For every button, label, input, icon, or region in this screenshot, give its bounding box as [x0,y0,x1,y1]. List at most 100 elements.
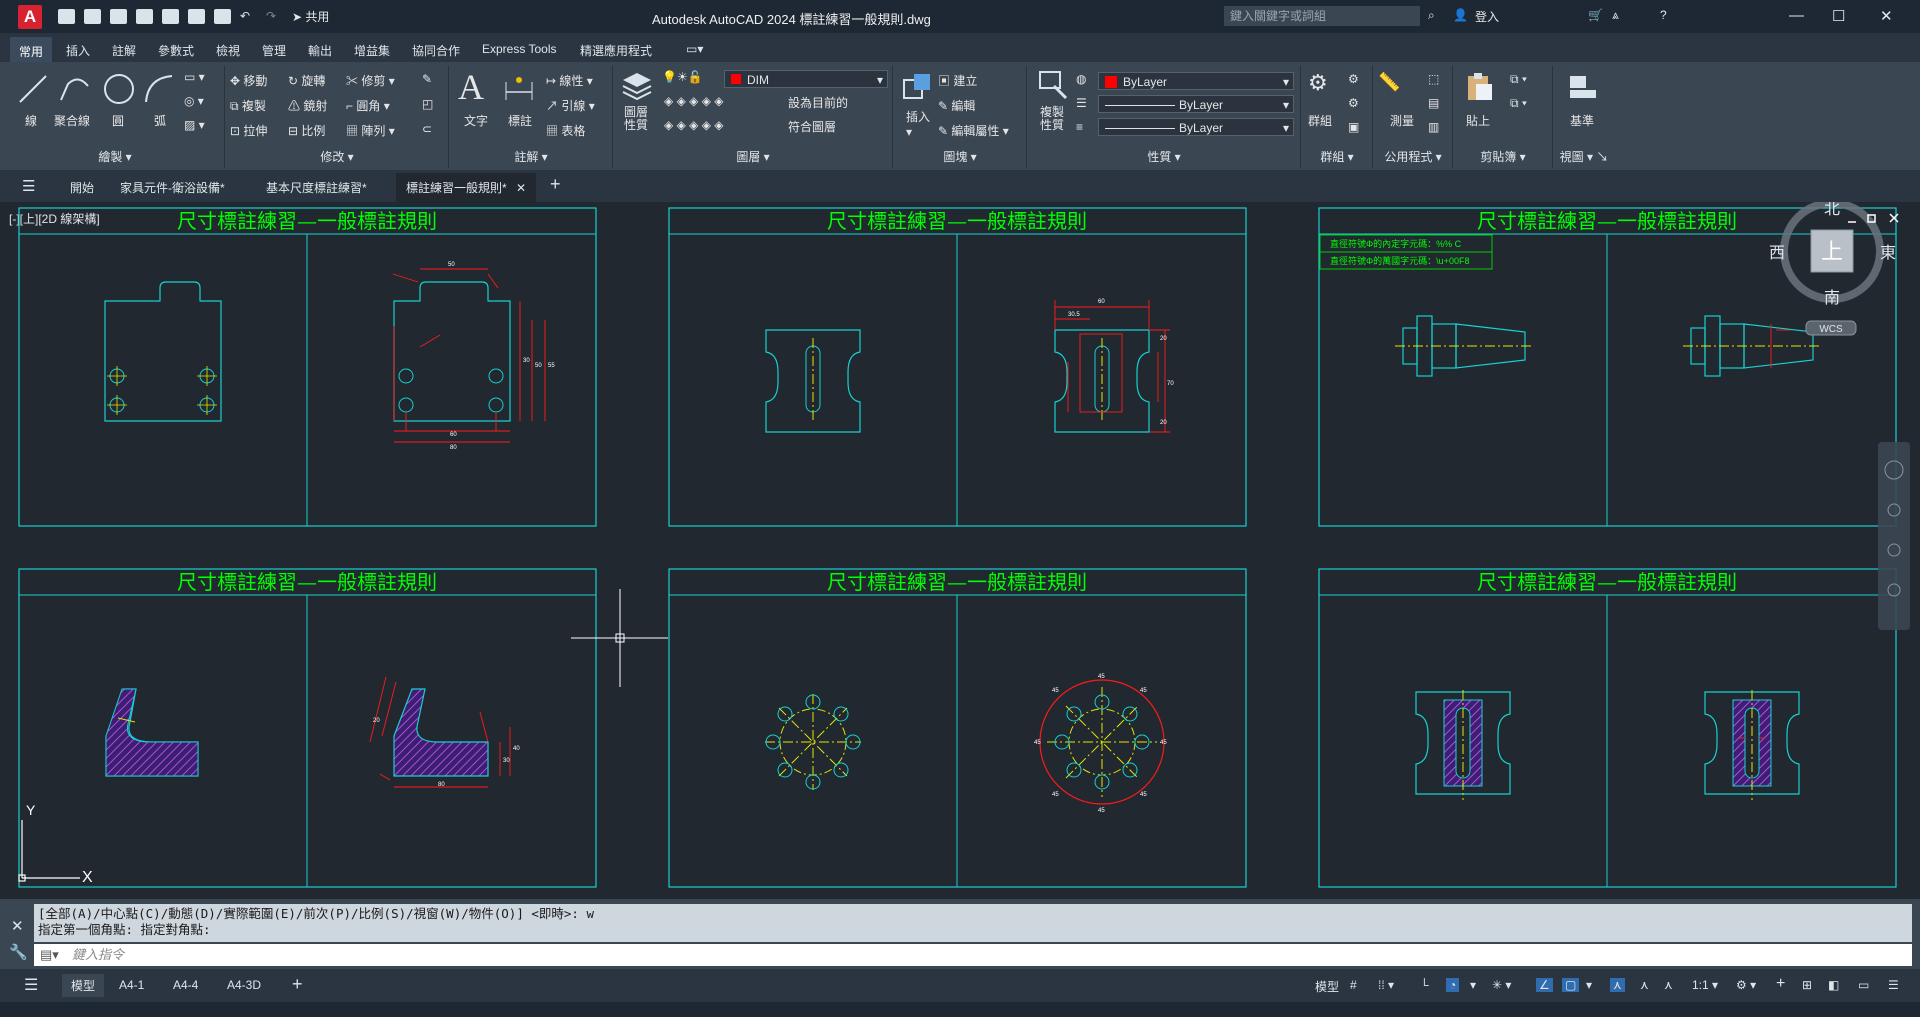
search-input[interactable]: 鍵入關鍵字或詞組 [1224,6,1420,26]
file-tab-bathroom[interactable]: 家具元件-衛浴設備* [120,179,225,196]
quick-select-icon[interactable]: ⬚ [1428,72,1439,86]
group-icon[interactable]: ⚙ [1308,70,1328,96]
fillet-button[interactable]: ⌐ 圓角 ▾ [346,97,390,114]
osnap-icon[interactable]: ▢ [1562,978,1580,992]
workspace-gear-icon[interactable]: ⚙ ▾ [1736,978,1756,992]
array-button[interactable]: ▦ 陣列 ▾ [346,122,395,139]
file-tab-general-rules[interactable]: 標註練習一般規則* ✕ [396,173,537,205]
insert-block-icon[interactable] [900,70,934,104]
annotation-visibility-icon[interactable]: ⋏ [1610,978,1625,992]
panel-clipboard-label[interactable]: 剪貼簿 ▾ [1454,148,1552,165]
paste-button[interactable]: 貼上 [1466,112,1490,129]
model-space-button[interactable]: 模型 [1315,978,1339,995]
circle-icon[interactable] [102,72,136,106]
boundary-icon[interactable]: ▨ ▾ [184,118,205,132]
user-icon[interactable]: 👤 [1453,8,1468,22]
polyline-icon[interactable] [58,72,92,106]
units-icon[interactable]: ⊞ [1802,978,1812,992]
id-point-icon[interactable]: ▥ [1428,120,1439,134]
edit-attr-button[interactable]: ✎ 編輯屬性 ▾ [938,122,1009,139]
measure-icon[interactable]: 📏 [1378,72,1400,93]
linear-button[interactable]: ↦ 線性 ▾ [546,72,593,89]
mirror-button[interactable]: ⚠ 鏡射 [288,97,327,114]
insert-button[interactable]: 插入 ▾ [906,108,930,139]
panel-layers-label[interactable]: 圖層 ▾ [614,148,892,165]
recent-commands-icon[interactable]: ▤▾ [40,944,59,966]
lineweight-icon[interactable]: ≡ [1076,120,1083,134]
panel-modify-label[interactable]: 修改 ▾ [226,148,448,165]
match-properties-icon[interactable] [1036,68,1070,102]
panel-block-label[interactable]: 圖塊 ▾ [894,148,1026,165]
layout-tab-a4-1[interactable]: A4-1 [119,978,144,992]
rectangle-icon[interactable]: ▭ ▾ [184,70,205,84]
undo-icon[interactable]: ↶ [240,9,257,24]
panel-view-label[interactable]: 視圖 ▾ ↘ [1554,148,1614,165]
cart-icon[interactable]: 🛒 [1588,8,1603,22]
stretch-button[interactable]: ⊡ 拉伸 [230,122,267,139]
trim-button[interactable]: ✂ 修剪 ▾ [346,72,395,89]
grid-icon[interactable]: # [1350,978,1357,992]
save-icon[interactable] [110,9,127,24]
web-open-icon[interactable] [162,9,179,24]
hamburger-menu-icon[interactable]: ☰ [22,177,35,195]
group-select-icon[interactable]: ▣ [1348,120,1359,134]
tab-output[interactable]: 輸出 [308,42,332,59]
panel-groups-label[interactable]: 群組 ▾ [1302,148,1372,165]
lineweight-dropdown[interactable]: ByLayer ▾ [1098,118,1294,136]
layout-tab-a4-3d[interactable]: A4-3D [227,978,261,992]
osnap-menu-icon[interactable]: ▾ [1586,978,1592,992]
color-wheel-icon[interactable]: ◍ [1076,72,1086,86]
match-layer-button[interactable]: 符合圖層 [788,118,836,135]
text-icon[interactable]: A [458,66,484,108]
add-layout-icon[interactable]: + [292,974,303,995]
polyline-button[interactable]: 聚合線 [54,112,90,129]
annotation-scale-icon[interactable]: ⋏ [1664,978,1673,992]
quick-properties-icon[interactable]: ◧ [1828,978,1839,992]
viewcube-south[interactable]: 南 [1824,289,1840,307]
layer-tools-row2[interactable]: ◈ ◈ ◈ ◈ ◈ [664,118,723,132]
leader-button[interactable]: ↗ 引線 ▾ [546,97,595,114]
tab-view[interactable]: 檢視 [216,42,240,59]
color-dropdown[interactable]: ByLayer ▾ [1098,72,1294,90]
ortho-icon[interactable]: └ [1420,978,1429,992]
viewcube-west[interactable]: 西 [1769,245,1785,262]
customize-command-icon[interactable]: 🔧 [9,943,28,961]
minimize-button[interactable]: — [1789,7,1804,24]
measure-button[interactable]: 測量 [1390,112,1414,129]
command-input[interactable]: ▤▾ 鍵入指令 [34,944,1912,966]
layout-menu-icon[interactable]: ☰ [24,975,38,995]
rotate-button[interactable]: ↻ 旋轉 [288,72,325,89]
drawing-canvas[interactable]: [-][上][2D 線架構] 尺寸標註練習—一般標註規則 60 80 50 30 50 5… [0,202,1920,899]
explode-icon[interactable]: ◰ [422,97,433,111]
base-view-button[interactable]: 基準 [1570,112,1594,129]
tab-collaborate[interactable]: 協同合作 [412,42,460,59]
dimension-button[interactable]: 標註 [508,112,532,129]
web-save-icon[interactable] [188,9,205,24]
ribbon-options-icon[interactable]: ▭▾ [686,42,703,56]
linetype-dropdown[interactable]: ByLayer ▾ [1098,95,1294,113]
create-block-button[interactable]: ▣ 建立 [938,72,977,89]
viewcube[interactable]: 上 北 南 東 西 WCS [1769,202,1896,336]
tab-addins[interactable]: 增益集 [354,42,390,59]
arc-icon[interactable] [142,72,176,106]
tab-featured-apps[interactable]: 精選應用程式 [580,42,652,59]
annotation-monitor-icon[interactable]: + [1776,975,1785,993]
cut-icon[interactable]: ⧉ ▾ [1510,72,1527,87]
layout-tab-a4-4[interactable]: A4-4 [173,978,198,992]
layer-properties-button[interactable]: 圖層 性質 [624,106,648,132]
layer-dropdown[interactable]: DIM ▾ [724,70,888,88]
viewcube-north[interactable]: 北 [1824,202,1840,218]
osnap-tracking-icon[interactable]: ∠ [1536,978,1553,992]
paste-icon[interactable] [1462,70,1496,104]
close-command-icon[interactable]: ✕ [11,917,24,935]
save-as-icon[interactable] [136,9,153,24]
maximize-button[interactable]: ☐ [1832,7,1845,25]
viewcube-top-face[interactable]: 上 [1821,239,1843,264]
line-icon[interactable] [16,72,50,106]
layer-state-icons[interactable]: 💡☀🔓 [662,70,703,84]
panel-utilities-label[interactable]: 公用程式 ▾ [1374,148,1452,165]
move-button[interactable]: ✥ 移動 [230,72,267,89]
tab-parametric[interactable]: 參數式 [158,42,194,59]
viewcube-east[interactable]: 東 [1880,244,1896,262]
plot-icon[interactable] [214,9,231,24]
